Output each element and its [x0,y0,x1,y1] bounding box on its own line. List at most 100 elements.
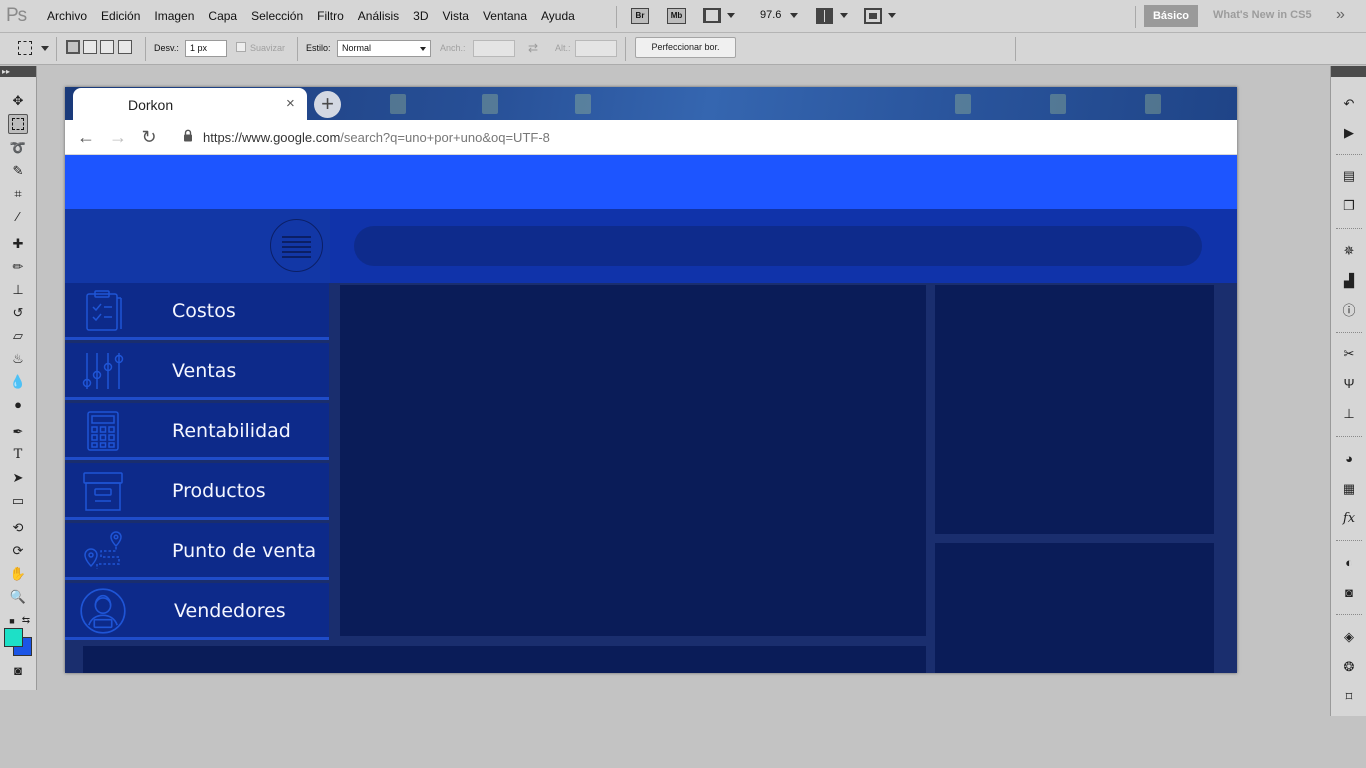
antialias-label: Suavizar [250,43,286,53]
menu-ventana[interactable]: Ventana [476,0,534,33]
masks-panel-icon[interactable]: ◙ [1339,583,1359,603]
paths-panel-icon[interactable]: ⌑ [1339,687,1359,707]
clone-stamp-tool-icon[interactable]: ⊥ [8,280,28,300]
new-tab-button[interactable]: + [314,91,341,118]
dodge-tool-icon[interactable]: ● [8,395,28,415]
tool-presets-panel-icon[interactable]: ✂ [1339,344,1359,364]
healing-brush-tool-icon[interactable]: ✚ [8,234,28,254]
width-input[interactable] [473,40,515,57]
clone-source-panel-icon[interactable]: ⊥ [1339,404,1359,424]
feather-input[interactable]: 1 px [185,40,227,57]
eraser-tool-icon[interactable]: ▱ [8,326,28,346]
menu-3d[interactable]: 3D [406,0,435,33]
history-brush-tool-icon[interactable]: ↺ [8,303,28,323]
back-arrow-icon[interactable]: ← [75,126,97,148]
paint-bucket-tool-icon[interactable]: ♨ [8,349,28,369]
document-canvas[interactable]: Dorkon × + ← → ↻ https://www.google.com/… [65,87,1237,673]
3d-orbit-tool-icon[interactable]: ⟳ [8,541,28,561]
paragraph-panel-icon[interactable]: ❐ [1339,196,1359,216]
tools-panel-header[interactable]: ▸▸ [0,66,36,77]
layers-panel-icon[interactable]: ◈ [1339,627,1359,647]
search-input[interactable] [354,226,1202,266]
chevron-down-icon[interactable] [888,13,896,18]
lasso-tool-icon[interactable]: ➰ [8,138,28,158]
chevron-down-icon[interactable] [790,13,798,18]
zoom-level[interactable]: 97.6 [760,9,781,21]
blur-tool-icon[interactable]: 💧 [8,372,28,392]
move-tool-icon[interactable]: ✥ [8,91,28,111]
navigator-panel-icon[interactable]: ✵ [1339,241,1359,261]
path-selection-tool-icon[interactable]: ➤ [8,468,28,488]
sidebar-item-punto-de-venta[interactable]: Punto de venta [65,523,329,580]
menu-vista[interactable]: Vista [436,0,476,33]
view-extras-icon[interactable] [703,8,721,23]
pen-tool-icon[interactable]: ✒ [8,422,28,442]
bridge-button[interactable]: Br [631,8,649,24]
reload-icon[interactable]: ↻ [138,126,160,148]
menu-seleccion[interactable]: Selección [244,0,310,33]
history-panel-icon[interactable]: ↶ [1339,94,1359,114]
sidebar-item-vendedores[interactable]: Vendedores [65,583,329,640]
adjustments-panel-icon[interactable]: ◐ [1339,553,1359,573]
add-to-selection-icon[interactable] [83,40,97,54]
arrange-documents-icon[interactable] [816,8,833,24]
swap-dimensions-icon[interactable]: ⇄ [528,41,538,55]
dock-separator [1336,228,1362,229]
menu-imagen[interactable]: Imagen [147,0,201,33]
antialias-checkbox[interactable] [236,42,246,52]
zoom-tool-icon[interactable]: 🔍 [8,587,28,607]
marquee-tool-icon[interactable] [18,41,32,55]
whats-new-link[interactable]: What's New in CS5 [1213,9,1312,21]
histogram-panel-icon[interactable]: ▟ [1339,271,1359,291]
screen-mode-icon[interactable] [864,8,882,24]
swatches-panel-icon[interactable]: ▦ [1339,479,1359,499]
brush-tool-icon[interactable]: ✏ [8,257,28,277]
browser-tab[interactable]: Dorkon × [73,88,307,121]
url-input[interactable]: https://www.google.com/search?q=uno+por+… [203,130,550,145]
height-input[interactable] [575,40,617,57]
close-icon[interactable]: × [286,95,295,112]
sidebar-item-productos[interactable]: Productos [65,463,329,520]
subtract-from-selection-icon[interactable] [100,40,114,54]
styles-panel-icon[interactable]: fx [1339,509,1359,529]
eyedropper-tool-icon[interactable]: ⁄ [8,207,28,227]
sidebar-item-rentabilidad[interactable]: Rentabilidad [65,403,329,460]
channels-panel-icon[interactable]: ❂ [1339,657,1359,677]
new-selection-icon[interactable] [66,40,80,54]
rectangle-tool-icon[interactable]: ▭ [8,491,28,511]
workspace-basico-button[interactable]: Básico [1144,5,1198,27]
minibridge-button[interactable]: Mb [667,8,686,24]
menu-ayuda[interactable]: Ayuda [534,0,582,33]
foreground-color-swatch[interactable] [4,628,23,647]
menu-capa[interactable]: Capa [201,0,244,33]
sidebar-item-ventas[interactable]: Ventas [65,343,329,400]
chevron-down-icon [420,47,426,51]
quick-selection-tool-icon[interactable]: ✎ [8,161,28,181]
chevron-down-icon[interactable] [840,13,848,18]
sidebar-item-costos[interactable]: Costos [65,283,329,340]
character-panel-icon[interactable]: ▤ [1339,166,1359,186]
menu-analisis[interactable]: Análisis [351,0,406,33]
type-tool-icon[interactable]: T [8,445,28,465]
forward-arrow-icon[interactable]: → [107,126,129,148]
hand-tool-icon[interactable]: ✋ [8,564,28,584]
dock-header[interactable] [1331,66,1366,77]
brush-presets-panel-icon[interactable]: Ψ [1339,374,1359,394]
hamburger-menu-icon[interactable] [270,219,323,272]
intersect-selection-icon[interactable] [118,40,132,54]
rectangular-marquee-tool-icon[interactable] [8,114,28,134]
quick-mask-icon[interactable]: ◙ [8,661,28,681]
crop-tool-icon[interactable]: ⌗ [8,184,28,204]
3d-rotate-tool-icon[interactable]: ⟲ [8,518,28,538]
chevron-down-icon[interactable] [727,13,735,18]
actions-panel-icon[interactable]: ▶ [1339,123,1359,143]
color-panel-icon[interactable]: ◕ [1339,449,1359,469]
info-panel-icon[interactable]: ⓘ [1339,301,1359,321]
more-workspaces-icon[interactable]: » [1336,6,1345,24]
menu-filtro[interactable]: Filtro [310,0,351,33]
menu-archivo[interactable]: Archivo [40,0,94,33]
chevron-down-icon[interactable] [41,46,49,51]
refine-edge-button[interactable]: Perfeccionar bor. [635,37,736,58]
menu-edicion[interactable]: Edición [94,0,147,33]
style-select[interactable]: Normal [337,40,431,57]
